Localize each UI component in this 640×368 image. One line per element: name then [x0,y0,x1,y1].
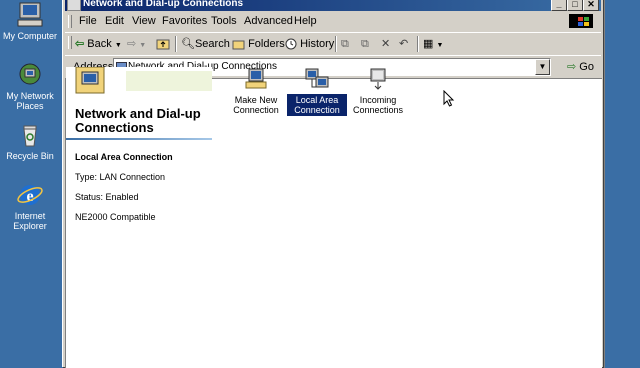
search-icon: 🔍︎ [181,38,195,50]
my-network-places-icon [19,63,41,85]
menu-favorites[interactable]: Favorites [162,15,207,27]
windows-logo-icon [569,14,593,28]
forward-button[interactable]: ⇨ ▼ [127,36,146,52]
desktop-label: Recycle Bin [6,151,54,161]
desktop-icon-my-computer[interactable]: My Computer [0,2,60,41]
explorer-window: Network and Dial-up Connections _ □ ✕ Fi… [62,0,603,368]
desktop-icon-internet-explorer[interactable]: e Internet Explorer [0,182,60,231]
menu-help[interactable]: Help [294,15,317,27]
toolbar-separator [335,36,337,52]
go-arrow-icon: ⇨ [567,61,577,73]
panel-title: Network and Dial-up Connections [75,106,201,135]
standard-toolbar: ⇦ Back ▼ ⇨ ▼ 🔍︎Search Folders History ⧉ … [65,32,601,56]
make-new-connection-icon [245,68,267,89]
item-label: Incoming Connections [352,95,404,115]
desktop-icon-my-network-places[interactable]: My Network Places [0,62,60,111]
network-connections-banner-icon [66,67,212,95]
chevron-down-icon: ▼ [436,42,444,49]
desktop-label: My Network Places [6,91,54,111]
menu-edit[interactable]: Edit [105,15,124,27]
item-incoming-connections[interactable]: Incoming Connections [348,67,408,116]
mouse-cursor-icon [443,90,455,107]
folder-view: Network and Dial-up Connections Local Ar… [65,67,602,368]
undo-button[interactable]: ↶ [399,36,408,52]
delete-button[interactable]: ✕ [381,36,390,52]
search-button[interactable]: 🔍︎Search [181,36,230,52]
address-dropdown-button[interactable]: ▼ [535,59,550,75]
back-button[interactable]: ⇦ Back ▼ [75,36,122,52]
toolbar-separator [417,36,419,52]
item-label: Make New Connection [233,95,279,115]
connection-type: Type: LAN Connection [75,172,166,182]
menu-advanced[interactable]: Advanced [244,15,293,27]
close-button[interactable]: ✕ [583,0,599,11]
history-icon [285,38,297,50]
window-icon [67,0,81,11]
back-arrow-icon: ⇦ [75,38,85,50]
folders-button[interactable]: Folders [232,36,285,52]
up-folder-button[interactable] [156,36,170,52]
toolbar-grip [68,36,72,49]
incoming-connections-icon [370,68,386,90]
move-to-button[interactable]: ⧉ [341,36,349,52]
recycle-bin-icon [23,125,37,147]
chevron-down-icon: ▼ [139,42,147,49]
views-icon: ▦ [423,38,434,50]
item-label: Local Area Connection [287,94,347,116]
panel-divider [66,138,212,140]
minimize-button[interactable]: _ [551,0,567,11]
internet-explorer-icon: e [17,185,43,205]
maximize-button[interactable]: □ [567,0,583,11]
menu-tools[interactable]: Tools [211,15,237,27]
menu-bar: File Edit View Favorites Tools Advanced … [65,12,601,30]
views-button[interactable]: ▦ ▼ [423,36,443,52]
web-view-panel: Network and Dial-up Connections Local Ar… [66,67,212,368]
toolbar-separator [175,36,177,52]
connection-device: NE2000 Compatible [75,212,156,222]
connection-status: Status: Enabled [75,192,139,202]
menu-grip [68,15,72,28]
local-area-connection-icon [305,68,329,88]
folders-icon [232,40,245,50]
go-button[interactable]: ⇨ Go [567,60,594,73]
desktop-label: My Computer [2,31,57,41]
desktop-label: Internet Explorer [13,211,47,231]
title-bar[interactable]: Network and Dial-up Connections _ □ ✕ [65,0,601,11]
history-button[interactable]: History [285,36,334,52]
chevron-down-icon: ▼ [114,42,122,49]
selected-connection-name: Local Area Connection [75,152,173,162]
item-local-area-connection[interactable]: Local Area Connection [287,67,347,116]
up-folder-icon [156,39,170,50]
copy-to-button[interactable]: ⧉ [361,36,369,52]
item-make-new-connection[interactable]: Make New Connection [226,67,286,116]
window-title: Network and Dial-up Connections [83,0,244,9]
my-computer-icon [17,2,43,27]
menu-view[interactable]: View [132,15,156,27]
menu-file[interactable]: File [79,15,97,27]
desktop-icon-recycle-bin[interactable]: Recycle Bin [0,122,60,161]
